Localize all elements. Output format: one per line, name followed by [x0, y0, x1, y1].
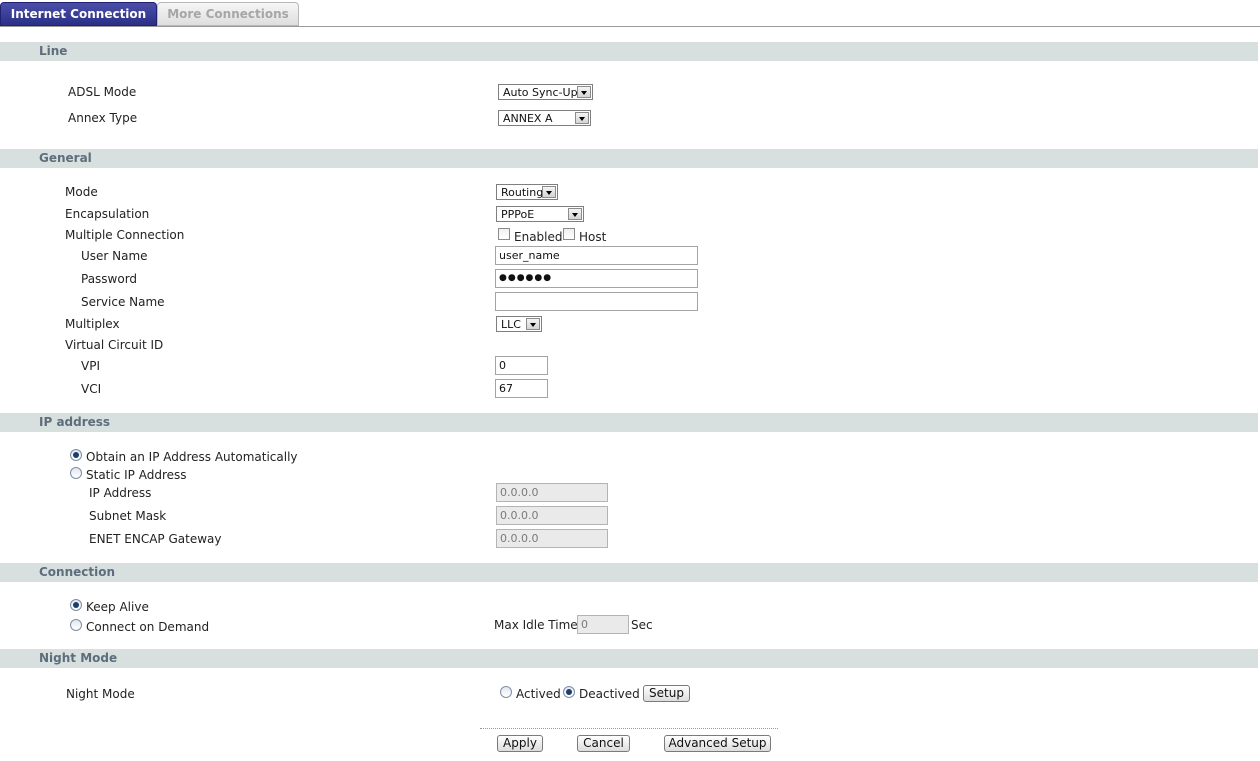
max-idle-time-label: Max Idle Time	[494, 618, 578, 632]
subnet-mask-input[interactable]: 0.0.0.0	[496, 506, 608, 525]
adsl-mode-value: Auto Sync-Up	[503, 86, 578, 99]
ip-address-label: IP Address	[89, 486, 152, 500]
obtain-ip-auto-label: Obtain an IP Address Automatically	[86, 450, 298, 464]
service-name-input[interactable]	[495, 292, 698, 311]
section-connection: Connection	[0, 563, 1258, 582]
multiple-connection-label: Multiple Connection	[65, 228, 185, 242]
section-line: Line	[0, 42, 1258, 61]
annex-type-value: ANNEX A	[503, 112, 553, 125]
section-ip-address: IP address	[0, 413, 1258, 432]
max-idle-time-input[interactable]: 0	[577, 615, 629, 634]
night-mode-label: Night Mode	[66, 687, 135, 701]
adsl-mode-select[interactable]: Auto Sync-Up	[498, 84, 593, 100]
virtual-circuit-label: Virtual Circuit ID	[65, 338, 164, 352]
keep-alive-radio[interactable]	[70, 599, 82, 611]
ip-address-input[interactable]: 0.0.0.0	[496, 483, 608, 502]
section-night-mode: Night Mode	[0, 649, 1258, 668]
multiplex-select[interactable]: LLC	[496, 316, 542, 332]
subnet-mask-label: Subnet Mask	[89, 509, 167, 523]
multiplex-value: LLC	[501, 318, 521, 331]
enabled-label: Enabled	[514, 230, 563, 244]
idle-unit-label: Sec	[631, 618, 653, 632]
tab-bar: Internet Connection More Connections	[0, 0, 1260, 27]
tab-more-connections[interactable]: More Connections	[157, 2, 299, 26]
section-title-ip: IP address	[39, 415, 111, 429]
user-name-label: User Name	[81, 249, 148, 263]
annex-type-label: Annex Type	[68, 111, 138, 125]
chevron-down-icon	[526, 318, 540, 330]
mode-select[interactable]: Routing	[496, 184, 558, 200]
static-ip-radio[interactable]	[70, 467, 82, 479]
section-title-general: General	[39, 151, 92, 165]
deactived-label: Deactived	[579, 687, 640, 701]
section-title-connection: Connection	[39, 565, 116, 579]
chevron-down-icon	[575, 112, 589, 124]
cancel-button[interactable]: Cancel	[577, 735, 630, 752]
encapsulation-label: Encapsulation	[65, 207, 150, 221]
vci-input[interactable]: 67	[495, 379, 548, 398]
vpi-input[interactable]: 0	[495, 356, 548, 375]
service-name-label: Service Name	[81, 295, 165, 309]
vci-label: VCI	[81, 382, 102, 396]
adsl-mode-label: ADSL Mode	[68, 85, 137, 99]
multiplex-label: Multiplex	[65, 317, 120, 331]
section-title-line: Line	[39, 44, 68, 58]
vpi-label: VPI	[81, 359, 100, 373]
actived-label: Actived	[516, 687, 561, 701]
gateway-label: ENET ENCAP Gateway	[89, 532, 222, 546]
obtain-ip-auto-radio[interactable]	[70, 449, 82, 461]
mode-label: Mode	[65, 185, 98, 199]
annex-type-select[interactable]: ANNEX A	[498, 110, 591, 126]
user-name-input[interactable]: user_name	[495, 246, 698, 265]
keep-alive-label: Keep Alive	[86, 600, 149, 614]
encapsulation-select[interactable]: PPPoE	[496, 206, 584, 222]
host-checkbox[interactable]	[563, 228, 575, 240]
tab-internet-connection[interactable]: Internet Connection	[0, 2, 157, 26]
apply-button[interactable]: Apply	[497, 735, 543, 752]
mode-value: Routing	[501, 186, 544, 199]
actived-radio[interactable]	[500, 686, 512, 698]
connect-on-demand-radio[interactable]	[70, 619, 82, 631]
gateway-input[interactable]: 0.0.0.0	[496, 529, 608, 548]
section-general: General	[0, 149, 1258, 168]
setup-button[interactable]: Setup	[643, 685, 690, 702]
password-label: Password	[81, 272, 138, 286]
divider	[480, 728, 778, 729]
chevron-down-icon	[577, 86, 591, 98]
section-title-night: Night Mode	[39, 651, 118, 665]
chevron-down-icon	[568, 208, 582, 220]
password-input[interactable]: ●●●●●●	[495, 269, 698, 288]
deactived-radio[interactable]	[563, 686, 575, 698]
encapsulation-value: PPPoE	[501, 208, 535, 221]
chevron-down-icon	[542, 186, 556, 198]
static-ip-label: Static IP Address	[86, 468, 187, 482]
advanced-setup-button[interactable]: Advanced Setup	[664, 735, 771, 752]
enabled-checkbox[interactable]	[498, 228, 510, 240]
connect-on-demand-label: Connect on Demand	[86, 620, 210, 634]
host-label: Host	[579, 230, 607, 244]
